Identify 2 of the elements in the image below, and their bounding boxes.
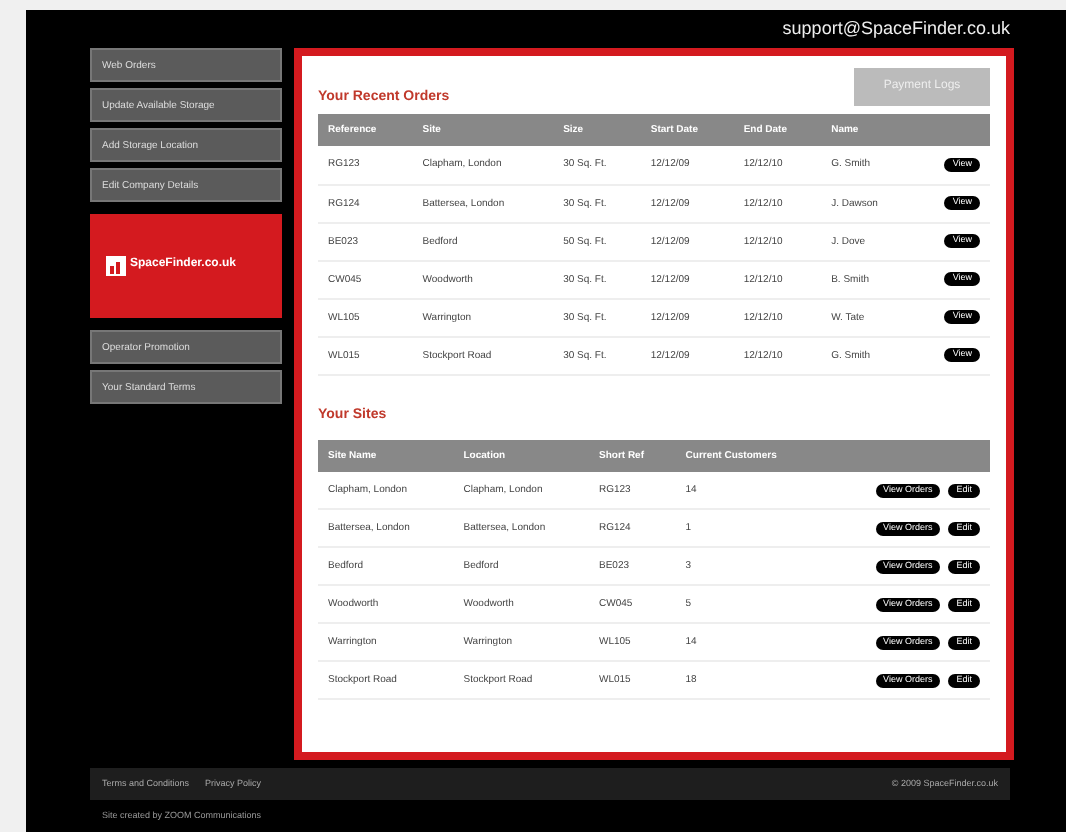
logo-icon — [106, 256, 126, 276]
email-link[interactable]: support@SpaceFinder.co.uk — [782, 18, 1010, 38]
